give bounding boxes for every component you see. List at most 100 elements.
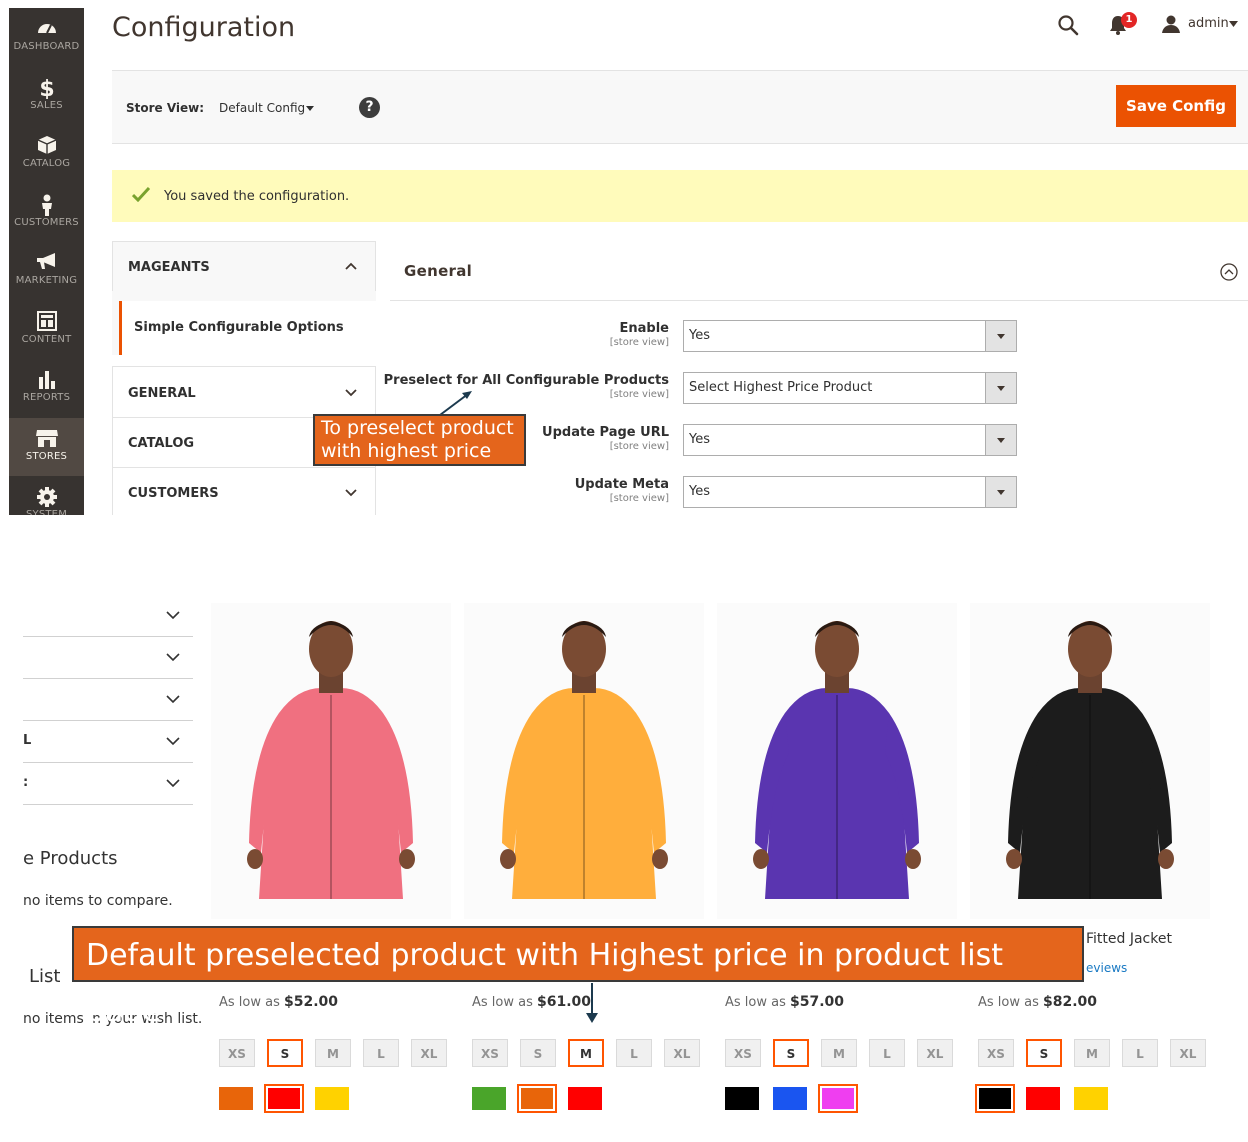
size-swatch-l[interactable]: L: [1122, 1039, 1158, 1067]
field-label: Enable: [619, 321, 670, 336]
size-swatch-l[interactable]: L: [869, 1039, 905, 1067]
filter-title[interactable]: :: [23, 775, 28, 790]
store-view-switcher[interactable]: Default Config: [219, 101, 305, 115]
section-general-title[interactable]: General: [404, 262, 472, 280]
color-swatch[interactable]: [725, 1087, 759, 1110]
size-swatch-xl[interactable]: XL: [1170, 1039, 1206, 1067]
color-swatch[interactable]: [472, 1087, 506, 1110]
admin-nav-label: CUSTOMERS: [14, 216, 79, 228]
admin-nav-label: REPORTS: [22, 392, 71, 403]
color-swatch[interactable]: [975, 1084, 1015, 1113]
color-swatch[interactable]: [568, 1087, 602, 1110]
size-swatch-xs[interactable]: XS: [978, 1039, 1014, 1067]
size-swatch-s[interactable]: S: [1026, 1039, 1062, 1067]
field-select-value: Select Highest Price Product: [689, 380, 873, 395]
tab-general[interactable]: GENERAL: [112, 366, 376, 418]
filter-divider: [23, 804, 193, 805]
megaphone-icon: [9, 252, 84, 274]
admin-nav-content[interactable]: CONTENT: [9, 301, 84, 359]
model-in-jacket-illustration: [500, 621, 668, 899]
size-swatch-l[interactable]: L: [363, 1039, 399, 1067]
size-swatch-xl[interactable]: XL: [917, 1039, 953, 1067]
price-prefix: As low as: [472, 995, 537, 1010]
field-label: Update Meta: [574, 477, 669, 492]
color-swatch[interactable]: [773, 1087, 807, 1110]
admin-nav-marketing[interactable]: MARKETING: [9, 242, 84, 300]
dropdown-arrow-icon[interactable]: [985, 373, 1016, 403]
admin-user-menu[interactable]: admin: [1188, 16, 1229, 31]
wishlist-title: List: [29, 966, 61, 987]
admin-nav-label: DASHBOARD: [13, 41, 80, 52]
size-swatch-m[interactable]: M: [1074, 1039, 1110, 1067]
admin-nav-catalog[interactable]: CATALOG: [9, 125, 84, 183]
notification-badge: 1: [1121, 12, 1137, 28]
size-swatch-xs[interactable]: XS: [725, 1039, 761, 1067]
size-swatch-xl[interactable]: XL: [664, 1039, 700, 1067]
color-swatch[interactable]: [219, 1087, 253, 1110]
tab-mageants-title: MAGEANTS: [128, 260, 210, 275]
size-swatch-l[interactable]: L: [616, 1039, 652, 1067]
chevron-down-icon[interactable]: [166, 695, 180, 704]
field-select[interactable]: Yes: [683, 476, 1017, 508]
admin-nav-customers[interactable]: CUSTOMERS: [9, 184, 84, 242]
filter-divider: [23, 762, 193, 763]
help-icon[interactable]: ?: [359, 97, 380, 118]
bar-chart-icon: [9, 369, 84, 391]
tab-simple-configurable-options[interactable]: Simple Configurable Options: [119, 301, 377, 355]
user-icon[interactable]: [1161, 14, 1181, 34]
size-swatch-s[interactable]: S: [520, 1039, 556, 1067]
chevron-down-icon[interactable]: [166, 611, 180, 620]
color-swatch[interactable]: [1026, 1087, 1060, 1110]
callout-line-1: To preselect product: [321, 417, 514, 439]
size-swatch-xs[interactable]: XS: [472, 1039, 508, 1067]
size-swatch-s[interactable]: S: [773, 1039, 809, 1067]
admin-nav-label: MARKETING: [15, 275, 78, 286]
admin-nav-label: CONTENT: [21, 333, 72, 345]
chevron-down-icon[interactable]: [166, 737, 180, 746]
size-swatch-m[interactable]: M: [568, 1039, 604, 1067]
dropdown-arrow-icon[interactable]: [985, 477, 1016, 507]
product-image[interactable]: [211, 603, 451, 919]
color-swatch[interactable]: [315, 1087, 349, 1110]
dropdown-arrow-icon[interactable]: [985, 425, 1016, 455]
callout-line-2: with highest price: [321, 440, 492, 462]
product-image[interactable]: [970, 603, 1210, 919]
admin-nav-stores[interactable]: STORES: [9, 417, 84, 476]
chevron-down-icon[interactable]: [166, 653, 180, 662]
dropdown-arrow-icon[interactable]: [985, 321, 1016, 351]
store-icon: [9, 428, 84, 450]
product-name[interactable]: Fitted Jacket: [1086, 931, 1172, 947]
filter-title[interactable]: L: [23, 733, 31, 748]
dashboard-icon: [9, 18, 84, 40]
field-scope: [store view]: [609, 337, 669, 348]
size-swatch-xl[interactable]: XL: [411, 1039, 447, 1067]
field-select-value: Yes: [689, 328, 710, 343]
field-select[interactable]: Yes: [683, 320, 1017, 352]
admin-nav-system[interactable]: SYSTEM: [9, 476, 84, 515]
search-icon[interactable]: [1057, 14, 1079, 36]
product-image[interactable]: [464, 603, 704, 919]
color-swatch[interactable]: [264, 1084, 304, 1113]
size-swatch-xs[interactable]: XS: [219, 1039, 255, 1067]
admin-nav-dashboard[interactable]: DASHBOARD: [9, 8, 84, 66]
field-select[interactable]: Select Highest Price Product: [683, 372, 1017, 404]
store-view-label: Store View:: [126, 101, 205, 115]
product-image[interactable]: [717, 603, 957, 919]
color-swatch[interactable]: [1074, 1087, 1108, 1110]
admin-nav-reports[interactable]: REPORTS: [9, 359, 84, 417]
tab-mageants[interactable]: MAGEANTS: [112, 241, 376, 293]
filter-divider: [23, 678, 193, 679]
chevron-down-icon[interactable]: [166, 779, 180, 788]
size-swatch-m[interactable]: M: [821, 1039, 857, 1067]
field-select[interactable]: Yes: [683, 424, 1017, 456]
color-swatch[interactable]: [517, 1084, 557, 1113]
collapse-circle-icon[interactable]: [1220, 263, 1238, 281]
save-config-button[interactable]: Save Config: [1116, 85, 1236, 127]
size-swatch-s[interactable]: S: [267, 1039, 303, 1067]
color-swatch[interactable]: [818, 1084, 858, 1113]
admin-nav-sales[interactable]: $ SALES: [9, 67, 84, 125]
price-value: $82.00: [1043, 994, 1098, 1010]
size-swatch-m[interactable]: M: [315, 1039, 351, 1067]
reviews-link[interactable]: eviews: [1086, 961, 1127, 975]
field-scope: [store view]: [609, 493, 669, 504]
